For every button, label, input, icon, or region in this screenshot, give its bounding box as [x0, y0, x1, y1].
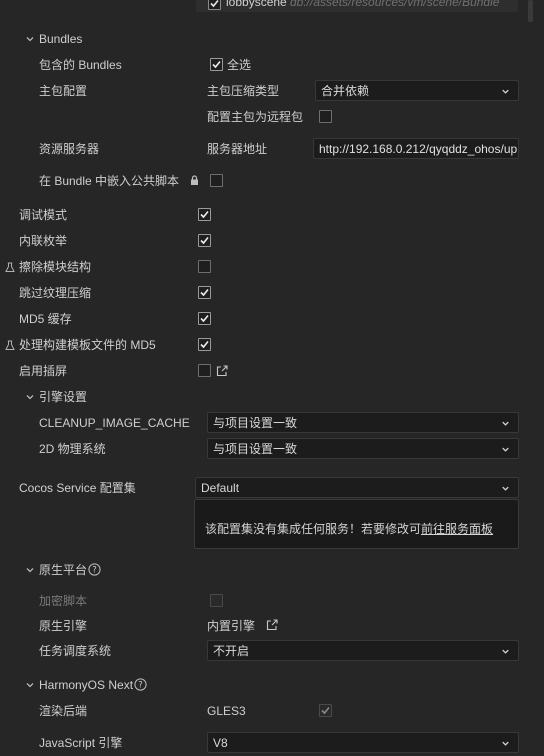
help-icon[interactable]: ? [134, 678, 147, 694]
chevron-down-icon [500, 444, 511, 458]
option-checkbox[interactable] [198, 286, 211, 299]
select-all-label[interactable]: 全选 [227, 57, 251, 73]
chevron-down-icon [500, 738, 511, 752]
option-checkbox[interactable] [198, 208, 211, 221]
cocos-service-label: Cocos Service 配置集 [19, 481, 136, 495]
chevron-down-icon[interactable] [24, 391, 36, 403]
js-engine-select[interactable]: V8 [207, 732, 519, 753]
option-checkbox[interactable] [198, 234, 211, 247]
remote-package-checkbox[interactable] [319, 110, 332, 123]
physics-2d-select[interactable]: 与项目设置一致 [207, 438, 519, 459]
scrollbar[interactable] [528, 0, 533, 22]
chevron-down-icon[interactable] [24, 564, 36, 576]
server-address-label: 服务器地址 [207, 142, 268, 156]
encrypt-script-checkbox[interactable] [210, 594, 223, 607]
svg-text:?: ? [138, 681, 143, 691]
service-notice-panel: 该配置集没有集成任何服务！若要修改可前往服务面板 [194, 499, 519, 549]
scene-checkbox[interactable] [208, 0, 221, 10]
scene-name: lobbyscene [226, 0, 287, 9]
help-icon[interactable]: ? [88, 563, 101, 579]
encrypt-script-label: 加密脚本 [39, 594, 88, 608]
option-checkbox[interactable] [198, 364, 211, 377]
flask-icon [5, 262, 15, 276]
option-label: 擦除模块结构 [19, 260, 92, 274]
option-label: MD5 缓存 [19, 312, 72, 326]
external-edit-icon[interactable] [266, 619, 278, 634]
option-label: 跳过纹理压缩 [19, 286, 92, 300]
main-config-label: 主包配置 [39, 84, 88, 98]
embed-script-checkbox[interactable] [210, 174, 223, 187]
chevron-down-icon[interactable] [24, 679, 36, 691]
compress-type-label: 主包压缩类型 [207, 84, 280, 98]
render-backend-label: 渲染后端 [39, 704, 88, 718]
service-panel-link[interactable]: 前往服务面板 [421, 522, 493, 536]
chevron-down-icon [500, 86, 511, 100]
option-label: 启用插屏 [19, 364, 68, 378]
option-checkbox[interactable] [198, 260, 211, 273]
include-bundles-label: 包含的 Bundles [39, 58, 122, 72]
chevron-down-icon [500, 646, 511, 660]
svg-text:?: ? [92, 566, 97, 576]
bundles-section-label[interactable]: Bundles [39, 31, 82, 47]
scene-path: db://assets/resources/vm/scene/Bundle [290, 0, 500, 9]
select-all-checkbox[interactable] [210, 58, 223, 71]
cleanup-image-cache-label: CLEANUP_IMAGE_CACHE [39, 416, 190, 430]
server-address-input[interactable]: http://192.168.0.212/qyqddz_ohos/up [313, 138, 519, 159]
option-checkbox[interactable] [198, 312, 211, 325]
option-label: 内联枚举 [19, 234, 68, 248]
cleanup-image-cache-select[interactable]: 与项目设置一致 [207, 412, 519, 433]
chevron-down-icon [500, 418, 511, 432]
option-label: 处理构建模板文件的 MD5 [19, 338, 156, 352]
native-section-label[interactable]: 原生平台 [39, 562, 87, 578]
task-scheduler-label: 任务调度系统 [39, 644, 112, 658]
chevron-down-icon [500, 483, 511, 497]
compress-type-select[interactable]: 合并依赖 [315, 80, 519, 101]
engine-section-label[interactable]: 引擎设置 [39, 389, 87, 405]
physics-2d-label: 2D 物理系统 [39, 442, 106, 456]
remote-package-label: 配置主包为远程包 [207, 110, 304, 124]
resource-server-label: 资源服务器 [39, 142, 100, 156]
render-backend-value: GLES3 [207, 704, 246, 718]
lock-icon [190, 175, 199, 189]
chevron-down-icon[interactable] [24, 33, 36, 45]
js-engine-label: JavaScript 引擎 [39, 736, 123, 750]
flask-icon [5, 340, 15, 354]
native-engine-label: 原生引擎 [39, 619, 88, 633]
option-label: 调试模式 [19, 208, 68, 222]
service-notice-text: 该配置集没有集成任何服务！若要修改可 [205, 522, 422, 536]
option-checkbox[interactable] [198, 338, 211, 351]
embed-script-label: 在 Bundle 中嵌入公共脚本 [39, 174, 180, 188]
task-scheduler-select[interactable]: 不开启 [207, 640, 519, 661]
harmony-section-label[interactable]: HarmonyOS Next [39, 677, 133, 693]
cocos-service-select[interactable]: Default [195, 477, 519, 498]
gles3-checkbox[interactable] [319, 704, 332, 717]
native-engine-value: 内置引擎 [207, 619, 256, 633]
external-edit-icon[interactable] [216, 365, 228, 380]
